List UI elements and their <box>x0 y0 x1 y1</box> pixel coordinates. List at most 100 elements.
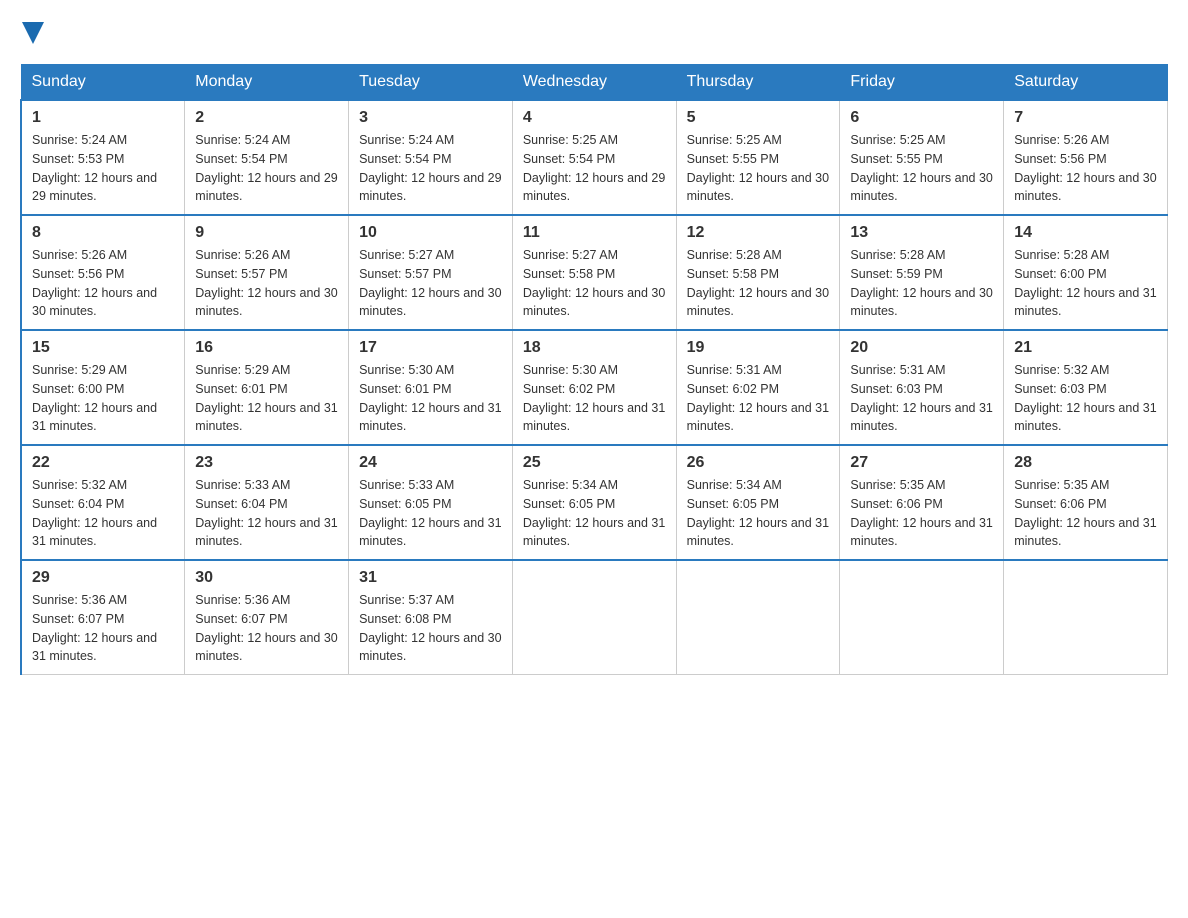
calendar-cell: 8 Sunrise: 5:26 AM Sunset: 5:56 PM Dayli… <box>21 215 185 330</box>
day-info: Sunrise: 5:25 AM Sunset: 5:55 PM Dayligh… <box>850 131 993 206</box>
calendar-cell: 6 Sunrise: 5:25 AM Sunset: 5:55 PM Dayli… <box>840 100 1004 215</box>
calendar-cell: 2 Sunrise: 5:24 AM Sunset: 5:54 PM Dayli… <box>185 100 349 215</box>
day-info: Sunrise: 5:26 AM Sunset: 5:56 PM Dayligh… <box>1014 131 1157 206</box>
day-number: 29 <box>32 569 174 587</box>
day-info: Sunrise: 5:28 AM Sunset: 5:58 PM Dayligh… <box>687 246 830 321</box>
calendar-cell: 10 Sunrise: 5:27 AM Sunset: 5:57 PM Dayl… <box>349 215 513 330</box>
calendar-cell: 21 Sunrise: 5:32 AM Sunset: 6:03 PM Dayl… <box>1004 330 1168 445</box>
calendar-cell: 11 Sunrise: 5:27 AM Sunset: 5:58 PM Dayl… <box>512 215 676 330</box>
day-number: 2 <box>195 109 338 127</box>
calendar-cell: 13 Sunrise: 5:28 AM Sunset: 5:59 PM Dayl… <box>840 215 1004 330</box>
day-info: Sunrise: 5:25 AM Sunset: 5:54 PM Dayligh… <box>523 131 666 206</box>
col-header-thursday: Thursday <box>676 65 840 101</box>
calendar-cell: 22 Sunrise: 5:32 AM Sunset: 6:04 PM Dayl… <box>21 445 185 560</box>
day-info: Sunrise: 5:24 AM Sunset: 5:53 PM Dayligh… <box>32 131 174 206</box>
day-number: 10 <box>359 224 502 242</box>
day-info: Sunrise: 5:24 AM Sunset: 5:54 PM Dayligh… <box>195 131 338 206</box>
day-info: Sunrise: 5:33 AM Sunset: 6:04 PM Dayligh… <box>195 476 338 551</box>
day-number: 30 <box>195 569 338 587</box>
calendar-week-row: 22 Sunrise: 5:32 AM Sunset: 6:04 PM Dayl… <box>21 445 1168 560</box>
calendar-cell <box>676 560 840 675</box>
calendar-cell: 1 Sunrise: 5:24 AM Sunset: 5:53 PM Dayli… <box>21 100 185 215</box>
calendar-week-row: 1 Sunrise: 5:24 AM Sunset: 5:53 PM Dayli… <box>21 100 1168 215</box>
calendar-cell: 4 Sunrise: 5:25 AM Sunset: 5:54 PM Dayli… <box>512 100 676 215</box>
calendar-week-row: 15 Sunrise: 5:29 AM Sunset: 6:00 PM Dayl… <box>21 330 1168 445</box>
page-header <box>20 20 1168 44</box>
calendar-cell: 23 Sunrise: 5:33 AM Sunset: 6:04 PM Dayl… <box>185 445 349 560</box>
day-info: Sunrise: 5:36 AM Sunset: 6:07 PM Dayligh… <box>32 591 174 666</box>
day-info: Sunrise: 5:35 AM Sunset: 6:06 PM Dayligh… <box>1014 476 1157 551</box>
day-info: Sunrise: 5:30 AM Sunset: 6:01 PM Dayligh… <box>359 361 502 436</box>
day-info: Sunrise: 5:29 AM Sunset: 6:01 PM Dayligh… <box>195 361 338 436</box>
day-number: 24 <box>359 454 502 472</box>
calendar-cell <box>1004 560 1168 675</box>
day-number: 23 <box>195 454 338 472</box>
day-number: 26 <box>687 454 830 472</box>
day-info: Sunrise: 5:26 AM Sunset: 5:57 PM Dayligh… <box>195 246 338 321</box>
calendar-cell: 24 Sunrise: 5:33 AM Sunset: 6:05 PM Dayl… <box>349 445 513 560</box>
calendar-cell: 27 Sunrise: 5:35 AM Sunset: 6:06 PM Dayl… <box>840 445 1004 560</box>
calendar-cell: 7 Sunrise: 5:26 AM Sunset: 5:56 PM Dayli… <box>1004 100 1168 215</box>
day-number: 8 <box>32 224 174 242</box>
calendar-header-row: SundayMondayTuesdayWednesdayThursdayFrid… <box>21 65 1168 101</box>
col-header-friday: Friday <box>840 65 1004 101</box>
day-number: 11 <box>523 224 666 242</box>
calendar-cell: 14 Sunrise: 5:28 AM Sunset: 6:00 PM Dayl… <box>1004 215 1168 330</box>
calendar-cell: 29 Sunrise: 5:36 AM Sunset: 6:07 PM Dayl… <box>21 560 185 675</box>
day-number: 28 <box>1014 454 1157 472</box>
day-number: 1 <box>32 109 174 127</box>
day-info: Sunrise: 5:34 AM Sunset: 6:05 PM Dayligh… <box>523 476 666 551</box>
day-info: Sunrise: 5:26 AM Sunset: 5:56 PM Dayligh… <box>32 246 174 321</box>
day-info: Sunrise: 5:27 AM Sunset: 5:57 PM Dayligh… <box>359 246 502 321</box>
day-info: Sunrise: 5:33 AM Sunset: 6:05 PM Dayligh… <box>359 476 502 551</box>
day-info: Sunrise: 5:24 AM Sunset: 5:54 PM Dayligh… <box>359 131 502 206</box>
col-header-monday: Monday <box>185 65 349 101</box>
day-number: 20 <box>850 339 993 357</box>
day-info: Sunrise: 5:35 AM Sunset: 6:06 PM Dayligh… <box>850 476 993 551</box>
day-number: 7 <box>1014 109 1157 127</box>
calendar-cell: 12 Sunrise: 5:28 AM Sunset: 5:58 PM Dayl… <box>676 215 840 330</box>
calendar-cell: 5 Sunrise: 5:25 AM Sunset: 5:55 PM Dayli… <box>676 100 840 215</box>
calendar-cell: 26 Sunrise: 5:34 AM Sunset: 6:05 PM Dayl… <box>676 445 840 560</box>
day-number: 16 <box>195 339 338 357</box>
day-info: Sunrise: 5:32 AM Sunset: 6:04 PM Dayligh… <box>32 476 174 551</box>
calendar-cell: 15 Sunrise: 5:29 AM Sunset: 6:00 PM Dayl… <box>21 330 185 445</box>
day-info: Sunrise: 5:34 AM Sunset: 6:05 PM Dayligh… <box>687 476 830 551</box>
day-number: 31 <box>359 569 502 587</box>
col-header-sunday: Sunday <box>21 65 185 101</box>
calendar-cell: 16 Sunrise: 5:29 AM Sunset: 6:01 PM Dayl… <box>185 330 349 445</box>
calendar-week-row: 8 Sunrise: 5:26 AM Sunset: 5:56 PM Dayli… <box>21 215 1168 330</box>
day-number: 14 <box>1014 224 1157 242</box>
day-number: 17 <box>359 339 502 357</box>
calendar-cell: 18 Sunrise: 5:30 AM Sunset: 6:02 PM Dayl… <box>512 330 676 445</box>
logo <box>20 20 44 44</box>
day-info: Sunrise: 5:25 AM Sunset: 5:55 PM Dayligh… <box>687 131 830 206</box>
day-info: Sunrise: 5:31 AM Sunset: 6:03 PM Dayligh… <box>850 361 993 436</box>
day-info: Sunrise: 5:36 AM Sunset: 6:07 PM Dayligh… <box>195 591 338 666</box>
calendar-cell: 28 Sunrise: 5:35 AM Sunset: 6:06 PM Dayl… <box>1004 445 1168 560</box>
day-info: Sunrise: 5:27 AM Sunset: 5:58 PM Dayligh… <box>523 246 666 321</box>
col-header-wednesday: Wednesday <box>512 65 676 101</box>
calendar-cell <box>840 560 1004 675</box>
calendar-cell: 25 Sunrise: 5:34 AM Sunset: 6:05 PM Dayl… <box>512 445 676 560</box>
calendar-week-row: 29 Sunrise: 5:36 AM Sunset: 6:07 PM Dayl… <box>21 560 1168 675</box>
day-number: 25 <box>523 454 666 472</box>
day-number: 13 <box>850 224 993 242</box>
day-number: 12 <box>687 224 830 242</box>
day-info: Sunrise: 5:30 AM Sunset: 6:02 PM Dayligh… <box>523 361 666 436</box>
calendar-cell: 17 Sunrise: 5:30 AM Sunset: 6:01 PM Dayl… <box>349 330 513 445</box>
calendar-cell: 19 Sunrise: 5:31 AM Sunset: 6:02 PM Dayl… <box>676 330 840 445</box>
day-info: Sunrise: 5:28 AM Sunset: 6:00 PM Dayligh… <box>1014 246 1157 321</box>
day-info: Sunrise: 5:32 AM Sunset: 6:03 PM Dayligh… <box>1014 361 1157 436</box>
day-number: 4 <box>523 109 666 127</box>
calendar-cell <box>512 560 676 675</box>
day-info: Sunrise: 5:29 AM Sunset: 6:00 PM Dayligh… <box>32 361 174 436</box>
calendar-cell: 30 Sunrise: 5:36 AM Sunset: 6:07 PM Dayl… <box>185 560 349 675</box>
col-header-saturday: Saturday <box>1004 65 1168 101</box>
day-number: 6 <box>850 109 993 127</box>
day-number: 27 <box>850 454 993 472</box>
day-info: Sunrise: 5:31 AM Sunset: 6:02 PM Dayligh… <box>687 361 830 436</box>
day-number: 22 <box>32 454 174 472</box>
day-number: 15 <box>32 339 174 357</box>
day-info: Sunrise: 5:28 AM Sunset: 5:59 PM Dayligh… <box>850 246 993 321</box>
